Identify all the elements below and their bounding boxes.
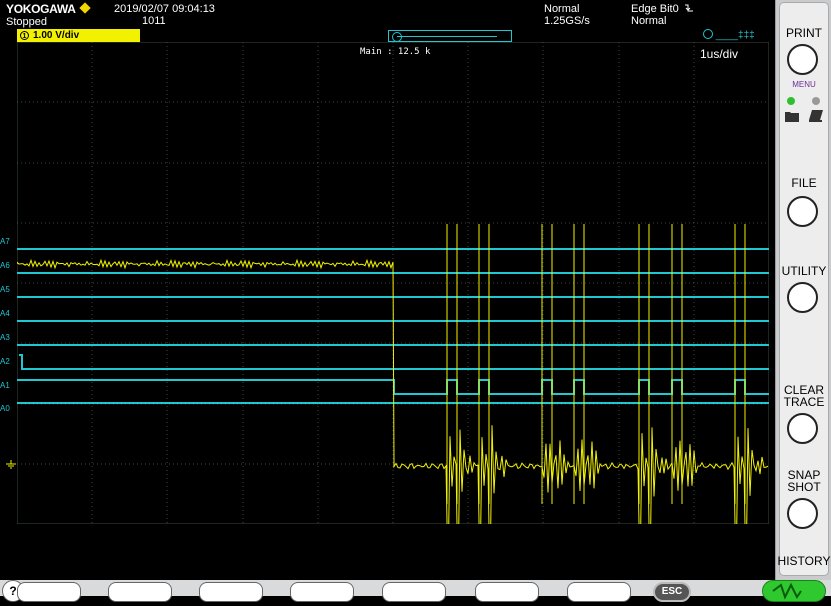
zoom-label: Main : 12.5 k [360, 47, 431, 57]
channel-marker-icon [703, 29, 713, 39]
snap-shot-button[interactable] [787, 498, 818, 529]
channel-scale-tag[interactable]: 1 1.00 V/div [17, 29, 140, 42]
soft-key-3[interactable] [199, 582, 263, 602]
clear-trace-button[interactable] [787, 413, 818, 444]
trigger-position-line [397, 36, 497, 37]
clear-trace-label-2: TRACE [783, 395, 825, 409]
utility-button[interactable] [787, 282, 818, 313]
logic-label-a3: A3 [0, 333, 10, 342]
logic-label-a6: A6 [0, 261, 10, 270]
print-button[interactable] [787, 44, 818, 75]
led-green-icon [787, 97, 795, 105]
brand-name: YOKOGAWA [6, 2, 76, 16]
folder-icon [785, 112, 799, 122]
cursor-indicator: ____‡‡‡ [703, 29, 767, 41]
soft-key-4[interactable] [290, 582, 354, 602]
soft-key-6[interactable] [475, 582, 539, 602]
side-panel: PRINT MENU FILE UTILITY CLEAR TRACE SNAP… [775, 0, 831, 580]
run-stop-button[interactable] [762, 580, 826, 602]
timebase: 1us/div [700, 47, 739, 61]
logic-label-a5: A5 [0, 285, 10, 294]
soft-key-5[interactable] [382, 582, 446, 602]
waveform-display[interactable] [17, 42, 769, 524]
menu-label: MENU [792, 80, 816, 89]
soft-key-1[interactable] [17, 582, 81, 602]
acquisition-status: Stopped [6, 16, 47, 28]
trigger-setting: Edge Bit0 [631, 3, 694, 15]
falling-edge-icon [684, 4, 693, 12]
acquisition-count: 1011 [142, 15, 166, 27]
esc-button[interactable]: ESC [653, 582, 691, 602]
datetime: 2019/02/07 09:04:13 [114, 3, 215, 15]
snap-shot-label-2: SHOT [787, 480, 821, 494]
history-label: HISTORY [777, 554, 831, 568]
brand-logo: YOKOGAWA [6, 2, 91, 16]
trigger-position-bar[interactable] [388, 30, 512, 42]
logic-label-a4: A4 [0, 309, 10, 318]
logic-label-a0: A0 [0, 404, 10, 413]
channel-scale: 1.00 V/div [33, 30, 80, 41]
trigger-marker-icon [392, 32, 402, 42]
ground-icon [6, 460, 16, 469]
soft-key-7[interactable] [567, 582, 631, 602]
file-button[interactable] [787, 196, 818, 227]
logic-label-a7: A7 [0, 237, 10, 246]
diamond-icon [78, 2, 91, 14]
print-label: PRINT [786, 26, 822, 40]
acquisition-mode: Normal [544, 3, 580, 15]
file-label: FILE [791, 176, 817, 190]
channel-number-icon: 1 [20, 31, 29, 40]
logic-label-a1: A1 [0, 381, 10, 390]
sample-rate: 1.25GS/s [544, 15, 590, 27]
run-waveform-icon [772, 582, 802, 600]
trigger-mode: Normal [631, 15, 667, 27]
soft-key-2[interactable] [108, 582, 172, 602]
top-status-bar: YOKOGAWA Stopped 2019/02/07 09:04:13 101… [0, 0, 775, 28]
led-gray-icon [812, 97, 820, 105]
utility-label: UTILITY [781, 264, 827, 278]
cursor-dashes-icon: ____‡‡‡ [715, 30, 755, 41]
logic-label-a2: A2 [0, 357, 10, 366]
drive-icon [809, 110, 823, 122]
trigger-label: Edge Bit0 [631, 3, 679, 15]
